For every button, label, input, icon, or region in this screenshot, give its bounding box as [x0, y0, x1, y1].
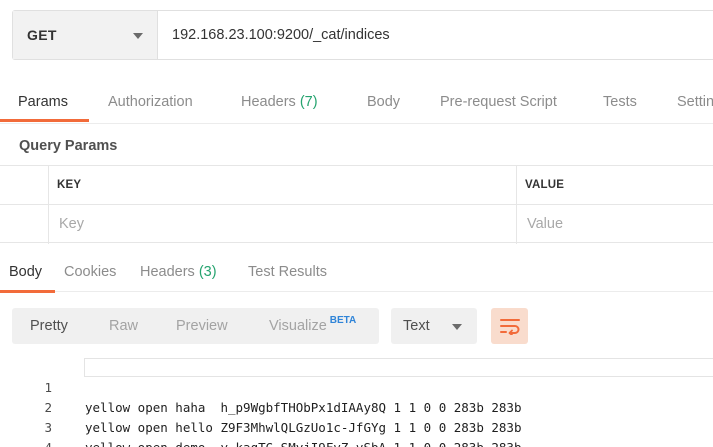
tab-count-badge: (3)	[198, 264, 217, 280]
tab-label: Headers	[241, 94, 296, 110]
code-line: 2 yellow open hello Z9F3MhwlQLGzUo1c-JfG…	[0, 378, 713, 435]
code-line: 4	[0, 418, 713, 447]
code-line: 1 yellow open haha h_p9WgbfTHObPx1dIAAy8…	[0, 358, 713, 415]
wrap-lines-button[interactable]	[491, 308, 528, 344]
key-placeholder: Key	[59, 216, 84, 232]
tab-label: Headers	[140, 264, 195, 280]
visualize-label: Visualize	[269, 318, 327, 334]
code-line: 3 yellow open demo y-kagTG-SMyjI9FvZ_vSb…	[0, 398, 713, 447]
tab-label: Body	[367, 94, 401, 110]
line-text: yellow open demo y-kagTG-SMyjI9FvZ_vSbA …	[85, 438, 522, 447]
response-tabs: Body Cookies Headers (3) Test Results	[0, 252, 713, 292]
table-row: Key Value	[0, 205, 713, 244]
tab-params[interactable]: Params	[18, 76, 68, 124]
method-label: GET	[27, 27, 57, 43]
url-input[interactable]: 192.168.23.100:9200/_cat/indices	[158, 11, 713, 59]
chevron-down-icon	[133, 33, 143, 39]
tab-label: Tests	[603, 94, 637, 110]
tab-label: Settings	[677, 94, 713, 110]
tab-label: Body	[9, 264, 43, 280]
active-tab-indicator	[0, 290, 55, 293]
tab-response-body[interactable]: Body	[9, 252, 42, 292]
tab-response-headers[interactable]: Headers (3)	[140, 252, 217, 292]
tab-cookies[interactable]: Cookies	[64, 252, 116, 292]
format-select[interactable]: Text	[391, 308, 477, 344]
line-number: 4	[30, 438, 52, 447]
query-params-table: KEY VALUE Key Value	[0, 165, 713, 244]
tab-label: Cookies	[64, 264, 117, 280]
key-header-label: KEY	[57, 179, 82, 191]
beta-badge: BETA	[329, 315, 357, 326]
tab-label: Params	[18, 94, 68, 110]
wrap-lines-icon	[499, 319, 520, 335]
request-bar: GET 192.168.23.100:9200/_cat/indices	[12, 10, 713, 60]
query-params-title: Query Params	[19, 138, 118, 154]
tab-label: Pre-request Script	[440, 94, 557, 110]
tab-authorization[interactable]: Authorization	[108, 76, 193, 124]
tab-count-badge: (7)	[299, 94, 318, 110]
tab-pre-request-script[interactable]: Pre-request Script	[440, 76, 557, 124]
value-input[interactable]: Value	[517, 205, 713, 244]
tab-label: Test Results	[248, 264, 327, 280]
table-header-row: KEY VALUE	[0, 166, 713, 205]
checkbox-column	[0, 166, 49, 204]
value-placeholder: Value	[527, 216, 564, 232]
chevron-down-icon	[452, 324, 462, 330]
tab-tests[interactable]: Tests	[603, 76, 637, 124]
key-column-header: KEY	[49, 166, 517, 204]
tab-headers[interactable]: Headers (7)	[241, 76, 318, 124]
view-visualize-button[interactable]: Visualize BETA	[269, 308, 356, 344]
tab-settings[interactable]: Settings	[677, 76, 713, 124]
view-raw-button[interactable]: Raw	[109, 308, 138, 344]
tab-test-results[interactable]: Test Results	[248, 252, 327, 292]
value-column-header: VALUE	[517, 166, 713, 204]
tab-body[interactable]: Body	[367, 76, 400, 124]
active-tab-indicator	[0, 119, 89, 122]
view-preview-button[interactable]: Preview	[176, 308, 228, 344]
row-checkbox-cell	[0, 205, 49, 244]
value-header-label: VALUE	[525, 179, 565, 191]
method-select[interactable]: GET	[13, 11, 158, 59]
request-tabs: Params Authorization Headers (7) Body Pr…	[0, 76, 713, 124]
key-input[interactable]: Key	[49, 205, 517, 244]
view-pretty-button[interactable]: Pretty	[30, 308, 68, 344]
view-mode-group: Pretty Raw Preview Visualize BETA	[12, 308, 379, 344]
format-label: Text	[403, 318, 430, 334]
tab-label: Authorization	[108, 94, 193, 110]
